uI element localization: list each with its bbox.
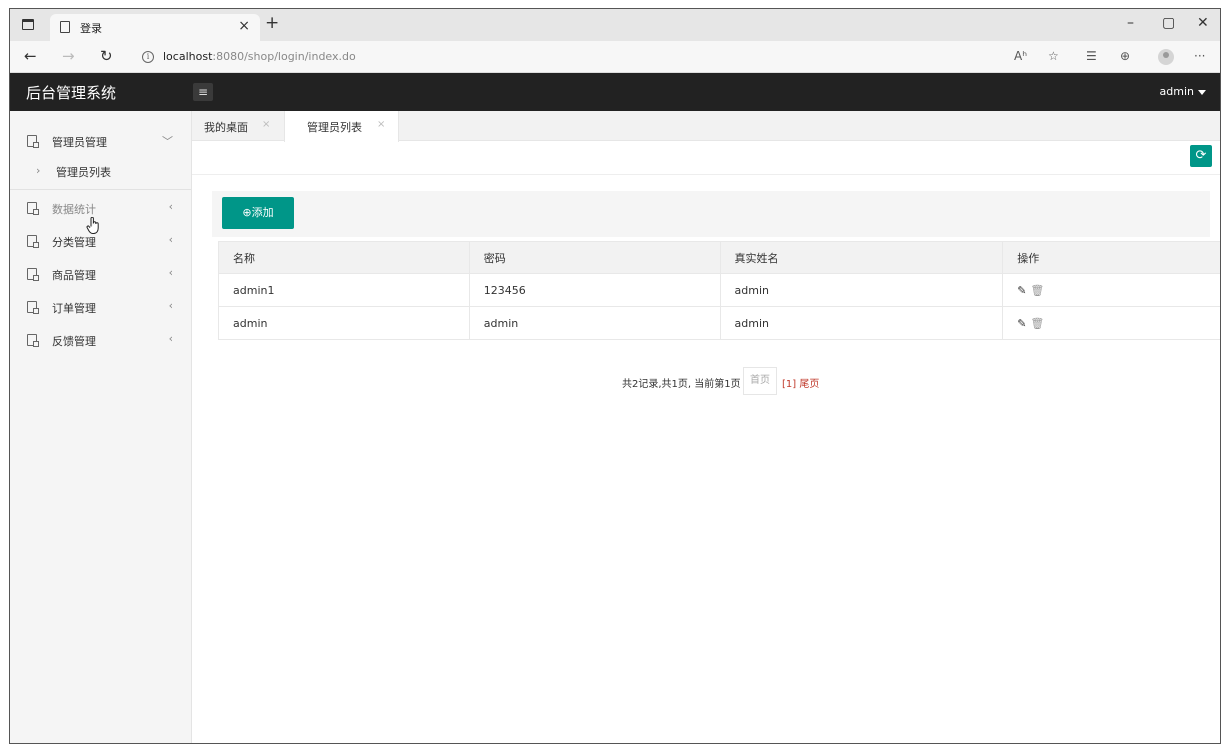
cell-password: admin — [468, 306, 720, 340]
document-icon — [27, 202, 39, 215]
tab-my-desktop[interactable]: 我的桌面 × — [192, 111, 284, 141]
new-tab-icon[interactable]: + — [265, 13, 279, 33]
sidebar-item-category[interactable]: 分类管理 ‹ — [10, 225, 191, 257]
cell-real-name: admin — [719, 306, 1003, 340]
tab-label: 我的桌面 — [204, 121, 248, 134]
table-header-row: 名称 密码 真实姓名 操作 — [218, 241, 1220, 274]
sidebar-subitem-admin-list[interactable]: › 管理员列表 — [10, 157, 191, 185]
reload-icon[interactable]: ↻ — [100, 47, 113, 65]
menu-toggle-button[interactable]: ≡ — [193, 83, 213, 101]
delete-icon[interactable]: 🗑 — [1030, 317, 1044, 330]
divider — [192, 174, 1220, 175]
hand-cursor-icon — [86, 217, 99, 234]
favorite-star-icon[interactable]: ☆ — [1048, 49, 1059, 63]
url-path: :8080/shop/login/index.do — [212, 50, 356, 63]
edit-icon[interactable]: ✎ — [1017, 317, 1026, 330]
chevron-left-icon: ‹ — [168, 233, 173, 246]
main-content: 我的桌面 × 管理员列表 × ⟳ ⊕添加 名称 密码 真实姓名 操作 admin… — [192, 111, 1220, 743]
column-header-name: 名称 — [218, 241, 470, 274]
sidebar-item-label: 分类管理 — [52, 236, 96, 249]
cell-password: 123456 — [468, 273, 720, 307]
sidebar: 管理员管理 ﹀ › 管理员列表 数据统计 ‹ 分类管理 ‹ 商品管理 ‹ 订单管… — [10, 111, 192, 743]
refresh-button[interactable]: ⟳ — [1190, 145, 1212, 167]
column-header-password: 密码 — [468, 241, 720, 274]
close-tab-icon[interactable]: × — [238, 18, 250, 34]
first-page-button[interactable]: 首页 — [743, 367, 777, 395]
close-icon[interactable]: × — [262, 119, 270, 130]
browser-tab-strip: 登录 × + – ▢ ✕ — [10, 9, 1220, 41]
tab-label: 管理员列表 — [307, 121, 362, 134]
document-icon — [27, 268, 39, 281]
column-header-actions: 操作 — [1002, 241, 1220, 274]
sidebar-item-products[interactable]: 商品管理 ‹ — [10, 258, 191, 290]
sidebar-item-label: 管理员管理 — [52, 136, 107, 149]
sidebar-item-label: 反馈管理 — [52, 335, 96, 348]
plus-circle-icon: ⊕ — [242, 206, 252, 219]
sidebar-item-feedback[interactable]: 反馈管理 ‹ — [10, 324, 191, 356]
chevron-left-icon: ‹ — [168, 299, 173, 312]
document-icon — [27, 334, 39, 347]
chevron-right-icon: › — [36, 164, 41, 177]
add-button-label: 添加 — [251, 206, 274, 219]
address-input[interactable]: localhost:8080/shop/login/index.do — [163, 50, 356, 63]
favorites-icon[interactable]: ☰ — [1086, 49, 1097, 63]
more-icon[interactable]: ··· — [1194, 49, 1205, 63]
cell-actions: ✎ 🗑 — [1002, 306, 1220, 340]
read-aloud-icon[interactable]: Aʰ — [1014, 49, 1027, 63]
sidebar-item-admin-management[interactable]: 管理员管理 ﹀ — [10, 125, 191, 157]
sidebar-subitem-label: 管理员列表 — [56, 166, 111, 179]
current-page-link[interactable]: [1] 尾页 — [782, 375, 819, 390]
close-window-icon[interactable]: ✕ — [1197, 15, 1209, 31]
chevron-left-icon: ‹ — [168, 266, 173, 279]
page-icon — [60, 21, 70, 33]
document-icon — [27, 235, 39, 248]
caret-down-icon — [1198, 89, 1206, 95]
chevron-left-icon: ‹ — [168, 200, 173, 213]
table-row: admin1 123456 admin ✎ 🗑 — [218, 273, 1220, 307]
user-name: admin — [1159, 85, 1194, 98]
address-bar-row: ← → ↻ i localhost:8080/shop/login/index.… — [10, 41, 1220, 73]
site-info-icon[interactable]: i — [142, 51, 154, 63]
sidebar-item-orders[interactable]: 订单管理 ‹ — [10, 291, 191, 323]
column-header-real-name: 真实姓名 — [719, 241, 1003, 274]
sidebar-item-label: 商品管理 — [52, 269, 96, 282]
tab-admin-list[interactable]: 管理员列表 × — [284, 111, 399, 142]
browser-tab[interactable]: 登录 × — [50, 14, 260, 41]
maximize-icon[interactable]: ▢ — [1162, 15, 1175, 31]
sidebar-item-label: 订单管理 — [52, 302, 96, 315]
sidebar-divider — [10, 189, 191, 190]
collections-icon[interactable]: ⊕ — [1120, 49, 1130, 63]
profile-avatar-icon[interactable] — [1158, 49, 1174, 65]
back-icon[interactable]: ← — [24, 47, 37, 65]
url-host: localhost — [163, 50, 213, 63]
delete-icon[interactable]: 🗑 — [1030, 284, 1044, 297]
add-button[interactable]: ⊕添加 — [222, 197, 294, 229]
cell-name: admin1 — [218, 273, 470, 307]
cell-name: admin — [218, 306, 470, 340]
document-icon — [27, 301, 39, 314]
edit-icon[interactable]: ✎ — [1017, 284, 1026, 297]
content-tab-bar: 我的桌面 × 管理员列表 × — [192, 111, 1220, 142]
chevron-down-icon: ﹀ — [162, 135, 173, 148]
sidebar-item-statistics[interactable]: 数据统计 ‹ — [10, 192, 191, 224]
admin-table: 名称 密码 真实姓名 操作 admin1 123456 admin ✎ 🗑 adm… — [218, 241, 1220, 340]
cell-actions: ✎ 🗑 — [1002, 273, 1220, 307]
forward-icon[interactable]: → — [62, 47, 75, 65]
browser-tab-title: 登录 — [80, 22, 102, 35]
sidebar-item-label: 数据统计 — [52, 203, 96, 216]
table-row: admin admin admin ✎ 🗑 — [218, 306, 1220, 340]
minimize-icon[interactable]: – — [1127, 15, 1134, 31]
window-menu-icon[interactable] — [22, 19, 34, 30]
pagination-summary: 共2记录,共1页, 当前第1页 — [622, 379, 741, 390]
browser-window: 登录 × + – ▢ ✕ ← → ↻ i localhost:8080/shop… — [9, 8, 1221, 744]
cell-real-name: admin — [719, 273, 1003, 307]
user-menu[interactable]: admin — [1160, 85, 1206, 98]
close-icon[interactable]: × — [377, 119, 385, 130]
chevron-left-icon: ‹ — [168, 332, 173, 345]
app-header: 后台管理系统 ≡ admin — [10, 73, 1220, 111]
app-logo: 后台管理系统 — [26, 84, 117, 102]
document-icon — [27, 135, 39, 148]
table-toolbar: ⊕添加 — [212, 191, 1210, 237]
